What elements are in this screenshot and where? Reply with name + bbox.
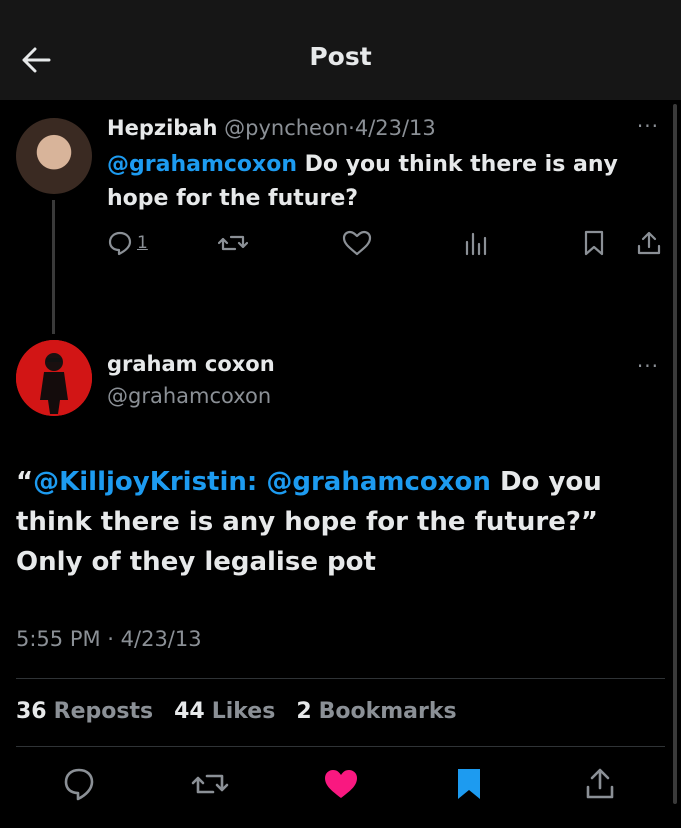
bookmarks-count[interactable]: 2 (296, 699, 311, 724)
reply-more-button[interactable]: ··· (637, 114, 659, 138)
engagement-stats: 36 Reposts 44 Likes 2 Bookmarks (16, 699, 471, 724)
reply-action-share[interactable] (636, 226, 662, 260)
bookmark-icon (584, 230, 604, 256)
main-author-handle[interactable]: @grahamcoxon (107, 384, 271, 408)
likes-count[interactable]: 44 (174, 699, 205, 724)
repost-icon (191, 774, 229, 794)
reply-action-repost[interactable] (218, 226, 248, 260)
main-author-name[interactable]: graham coxon (107, 352, 275, 376)
comment-icon (64, 768, 94, 801)
likes-label[interactable]: Likes (212, 699, 276, 724)
reply-action-bookmark[interactable] (582, 226, 606, 260)
divider-top (16, 678, 665, 679)
reposts-label[interactable]: Reposts (54, 699, 153, 724)
reply-action-views[interactable] (463, 226, 489, 260)
main-mention-killjoykristin[interactable]: @KilljoyKristin: (33, 467, 257, 497)
action-like-button[interactable] (322, 766, 360, 806)
share-icon (637, 231, 661, 255)
top-bar: Post (0, 0, 681, 100)
action-share-button[interactable] (584, 766, 616, 806)
reply-text: @grahamcoxon Do you think there is any h… (107, 148, 647, 216)
thread-line (52, 200, 55, 334)
main-tweet-text: “@KilljoyKristin: @grahamcoxon Do you th… (16, 462, 666, 582)
divider-bottom (16, 746, 665, 747)
avatar-figure-image (16, 340, 92, 416)
heart-filled-icon (325, 770, 357, 798)
reply-author-handle[interactable]: @pyncheon (224, 116, 348, 140)
reply-mention[interactable]: @grahamcoxon (107, 152, 297, 177)
reply-action-comment[interactable]: 1 (107, 226, 148, 260)
heart-icon (342, 230, 372, 256)
post-timestamp[interactable]: 5:55 PM · 4/23/13 (16, 627, 202, 651)
main-more-button[interactable]: ··· (637, 354, 659, 378)
action-bookmark-button[interactable] (454, 766, 484, 806)
reposts-count[interactable]: 36 (16, 699, 47, 724)
reply-count: 1 (137, 233, 148, 253)
main-mention-grahamcoxon[interactable]: @grahamcoxon (266, 467, 491, 497)
share-icon (586, 768, 614, 799)
scrollbar[interactable] (673, 104, 677, 804)
comment-icon (108, 231, 132, 256)
reply-author-name[interactable]: Hepzibah (107, 116, 217, 140)
avatar-graham-coxon[interactable] (16, 340, 92, 416)
reply-header: Hepzibah @pyncheon·4/23/13 (107, 116, 436, 140)
reply-date[interactable]: 4/23/13 (355, 116, 436, 140)
avatar-hepzibah[interactable] (16, 118, 92, 194)
main-quote-open: “ (16, 467, 34, 497)
reply-separator: · (348, 116, 355, 140)
action-repost-button[interactable] (190, 766, 230, 806)
reply-action-like[interactable] (342, 226, 372, 260)
page-title: Post (309, 42, 372, 71)
bookmarks-label[interactable]: Bookmarks (319, 699, 457, 724)
views-chart-icon (465, 232, 487, 256)
action-reply-button[interactable] (62, 766, 96, 806)
repost-icon (218, 235, 248, 251)
bookmark-filled-icon (458, 769, 480, 799)
